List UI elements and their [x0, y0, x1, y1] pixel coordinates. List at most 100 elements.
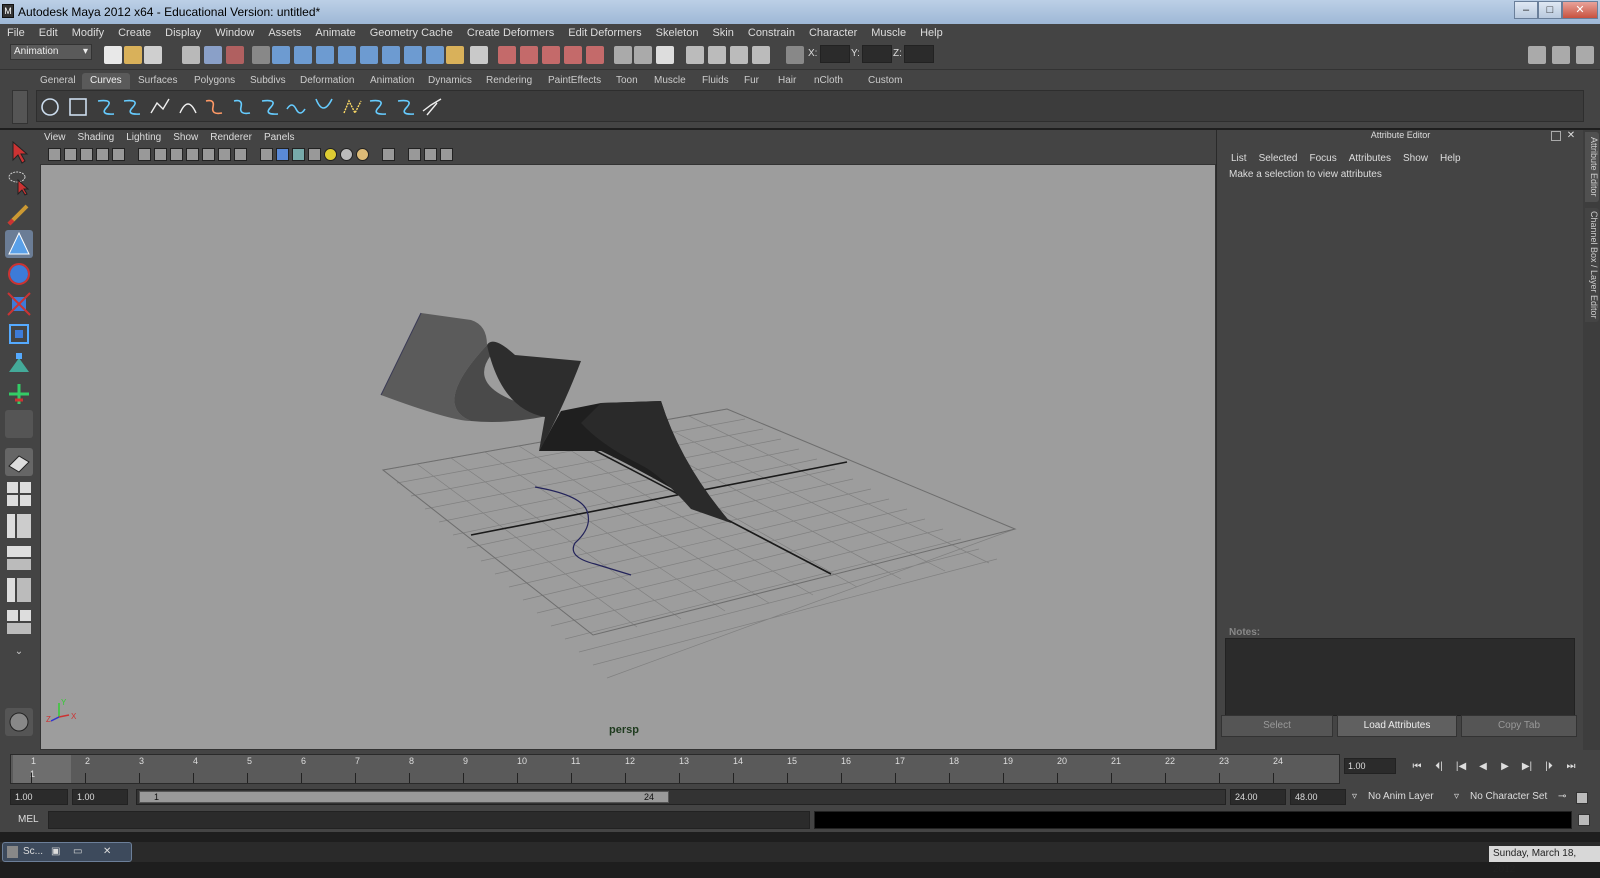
lasso-tool-icon[interactable]	[5, 168, 33, 196]
select-button[interactable]: Select	[1221, 715, 1333, 737]
select-input-icon[interactable]	[470, 46, 488, 64]
attr-menu-list[interactable]: List	[1225, 150, 1253, 168]
range-bar[interactable]: 1 24	[136, 789, 1226, 805]
trax-editor-icon[interactable]	[752, 46, 770, 64]
tab-dynamics[interactable]: Dynamics	[420, 73, 480, 89]
menu-geometry-cache[interactable]: Geometry Cache	[363, 24, 460, 42]
step-back-key-icon[interactable]: ⏴|	[1432, 760, 1446, 774]
xray-joints-icon[interactable]	[408, 148, 421, 161]
panel-menu-renderer[interactable]: Renderer	[204, 130, 258, 146]
playback-end-field[interactable]: 24.00	[1230, 789, 1286, 805]
anim-layer-chevron-icon[interactable]: ▿	[1352, 789, 1357, 805]
rebuild-curve-icon[interactable]	[367, 95, 389, 119]
mel-input[interactable]	[48, 811, 810, 829]
current-time-marker[interactable]	[13, 755, 71, 783]
new-scene-icon[interactable]	[104, 46, 122, 64]
nurbs-circle-icon[interactable]	[39, 95, 61, 119]
isolate-select-icon[interactable]	[382, 148, 395, 161]
soft-mod-tool-icon[interactable]	[5, 350, 33, 378]
universal-manipulator-icon[interactable]	[5, 320, 33, 348]
question-icon[interactable]	[426, 46, 444, 64]
tab-curves[interactable]: Curves	[82, 73, 130, 89]
tab-attribute-editor[interactable]: Attribute Editor	[1585, 132, 1599, 202]
y-field[interactable]	[862, 45, 892, 63]
tab-fur[interactable]: Fur	[736, 73, 767, 89]
four-pane-layout-icon[interactable]	[5, 480, 33, 508]
attr-menu-selected[interactable]: Selected	[1253, 150, 1304, 168]
snap-curve-icon[interactable]	[294, 46, 312, 64]
shelf-menu-icon[interactable]	[12, 90, 28, 124]
grid-toggle-icon[interactable]	[138, 148, 151, 161]
single-pane-layout-icon[interactable]	[5, 448, 33, 476]
graph-editor-icon[interactable]	[708, 46, 726, 64]
menu-create-deformers[interactable]: Create Deformers	[460, 24, 561, 42]
close-task-icon[interactable]: ✕	[103, 843, 111, 861]
save-scene-icon[interactable]	[144, 46, 162, 64]
lock-icon[interactable]	[446, 46, 464, 64]
menu-character[interactable]: Character	[802, 24, 864, 42]
two-d-pan-icon[interactable]	[112, 148, 125, 161]
step-forward-key-icon[interactable]: |⏵	[1542, 760, 1556, 774]
tab-general[interactable]: General	[32, 73, 84, 89]
panel-menu-shading[interactable]: Shading	[72, 130, 121, 146]
panel-menu-view[interactable]: View	[38, 130, 72, 146]
script-editor-button-icon[interactable]	[1578, 814, 1590, 826]
tab-fluids[interactable]: Fluids	[694, 73, 737, 89]
character-set-dropdown[interactable]: No Character Set	[1470, 789, 1547, 805]
menu-edit[interactable]: Edit	[32, 24, 65, 42]
play-backwards-icon[interactable]: ◀	[1476, 760, 1490, 774]
menu-window[interactable]: Window	[208, 24, 261, 42]
tab-deformation[interactable]: Deformation	[292, 73, 362, 89]
script-editor-icon[interactable]	[5, 708, 33, 736]
outliner-layout-icon[interactable]	[5, 512, 33, 540]
attr-menu-attributes[interactable]: Attributes	[1343, 150, 1397, 168]
reverse-curve-icon[interactable]	[341, 95, 363, 119]
end-time-field[interactable]: 48.00	[1290, 789, 1346, 805]
hypershade-icon[interactable]	[564, 46, 582, 64]
hypershade-layout-icon[interactable]	[5, 576, 33, 604]
attr-menu-focus[interactable]: Focus	[1303, 150, 1342, 168]
close-panel-icon[interactable]: ✕	[1565, 130, 1577, 142]
panel-menu-show[interactable]: Show	[167, 130, 204, 146]
safe-action-icon[interactable]	[218, 148, 231, 161]
auto-key-icon[interactable]: ⊸	[1558, 789, 1566, 805]
menu-display[interactable]: Display	[158, 24, 208, 42]
playback-start-field[interactable]: 1.00	[72, 789, 128, 805]
maximize-button[interactable]: □	[1538, 1, 1562, 19]
restore-icon[interactable]: ▣	[51, 843, 60, 861]
tab-polygons[interactable]: Polygons	[186, 73, 243, 89]
shadows-icon[interactable]	[340, 148, 353, 161]
xray-components-icon[interactable]	[424, 148, 437, 161]
nurbs-square-icon[interactable]	[67, 95, 89, 119]
safe-title-icon[interactable]	[234, 148, 247, 161]
high-quality-icon[interactable]	[356, 148, 369, 161]
relative-transform-icon[interactable]	[786, 46, 804, 64]
history-icon[interactable]	[404, 46, 422, 64]
load-attributes-button[interactable]: Load Attributes	[1337, 715, 1457, 737]
menu-set-dropdown[interactable]: Animation ▾	[10, 44, 92, 60]
time-ruler[interactable]: 1 1 2 3 4 5 6 7 8 9 10 11 12 13 14 15 16…	[10, 754, 1340, 784]
menu-skeleton[interactable]: Skeleton	[649, 24, 706, 42]
film-gate-icon[interactable]	[154, 148, 167, 161]
menu-skin[interactable]: Skin	[705, 24, 740, 42]
dope-sheet-icon[interactable]	[730, 46, 748, 64]
step-forward-frame-icon[interactable]: ▶|	[1520, 760, 1534, 774]
transform-field-icon[interactable]	[634, 46, 652, 64]
snap-point-icon[interactable]	[316, 46, 334, 64]
gate-mask-icon[interactable]	[186, 148, 199, 161]
select-component-icon[interactable]	[226, 46, 244, 64]
image-plane-icon[interactable]	[96, 148, 109, 161]
rotate-tool-icon[interactable]	[5, 260, 33, 288]
detach-curves-icon[interactable]	[231, 95, 253, 119]
menu-create[interactable]: Create	[111, 24, 158, 42]
panel-menu-panels[interactable]: Panels	[258, 130, 301, 146]
show-channel-box-icon[interactable]	[1576, 46, 1594, 64]
render-settings-icon[interactable]	[542, 46, 560, 64]
tab-ncloth[interactable]: nCloth	[806, 73, 851, 89]
scale-tool-icon[interactable]	[5, 290, 33, 318]
animation-preferences-icon[interactable]	[1576, 792, 1588, 804]
menu-animate[interactable]: Animate	[308, 24, 362, 42]
taskbar-item[interactable]: Sc... ▣ ▭ ✕	[2, 842, 132, 862]
mask-dropdown-icon[interactable]	[252, 46, 270, 64]
tab-surfaces[interactable]: Surfaces	[130, 73, 185, 89]
